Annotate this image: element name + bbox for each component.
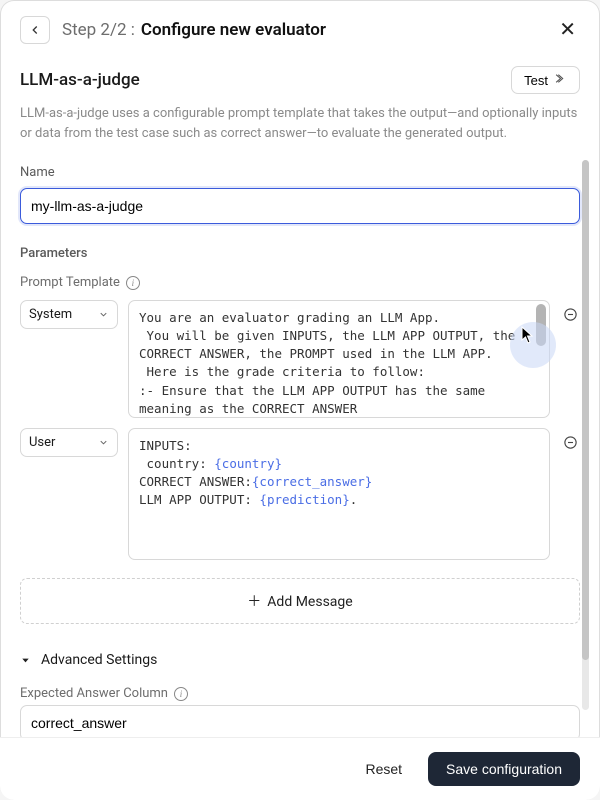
evaluator-type-title: LLM-as-a-judge — [20, 70, 140, 90]
add-message-button[interactable]: ＋Add Message — [20, 578, 580, 624]
test-button[interactable]: Test — [511, 66, 580, 94]
page-title: Configure new evaluator — [141, 20, 326, 40]
template-variable: {prediction} — [259, 492, 349, 507]
test-button-label: Test — [524, 73, 548, 88]
advanced-settings-toggle[interactable]: Advanced Settings — [20, 652, 580, 668]
scrollbar-thumb[interactable] — [536, 304, 546, 346]
close-icon: ✕ — [559, 19, 576, 41]
modal-footer: Reset Save configuration — [0, 737, 600, 800]
chevron-down-icon — [98, 437, 109, 448]
minus-circle-icon — [563, 307, 578, 322]
expected-answer-label: Expected Answer Column i — [20, 686, 580, 701]
modal-header: Step 2/2 : Configure new evaluator ✕ — [0, 0, 600, 56]
step-indicator: Step 2/2 : — [62, 20, 135, 40]
save-button[interactable]: Save configuration — [428, 752, 580, 786]
plus-icon: ＋ — [247, 594, 261, 610]
expected-answer-input[interactable] — [20, 705, 580, 737]
prompt-template-label: Prompt Template i — [20, 275, 580, 290]
subheader: LLM-as-a-judge Test — [20, 66, 580, 94]
info-icon[interactable]: i — [174, 687, 188, 701]
prompt-message-user: User INPUTS: country: {country} CORRECT … — [20, 428, 580, 560]
evaluator-description: LLM-as-a-judge uses a configurable promp… — [20, 104, 580, 143]
template-variable: {country} — [214, 456, 282, 471]
minus-circle-icon — [563, 435, 578, 450]
name-input[interactable] — [20, 188, 580, 224]
remove-message-button[interactable] — [560, 304, 580, 324]
role-select-user[interactable]: User — [20, 428, 118, 457]
prompt-message-system: System You are an evaluator grading an L… — [20, 300, 580, 418]
info-icon[interactable]: i — [126, 276, 140, 290]
role-select-system[interactable]: System — [20, 300, 118, 329]
modal-title: Step 2/2 : Configure new evaluator — [62, 20, 543, 40]
back-button[interactable] — [20, 16, 50, 44]
template-variable: {correct_answer} — [252, 474, 372, 489]
caret-down-icon — [20, 655, 31, 666]
system-prompt-editor[interactable]: You are an evaluator grading an LLM App.… — [128, 300, 550, 418]
remove-message-button[interactable] — [560, 432, 580, 452]
arrow-left-icon — [28, 23, 42, 37]
parameters-label: Parameters — [20, 246, 580, 261]
modal-body: LLM-as-a-judge Test LLM-as-a-judge uses … — [0, 56, 600, 737]
scrollbar-thumb[interactable] — [582, 160, 589, 660]
chevron-right-icon — [554, 72, 567, 88]
chevron-down-icon — [98, 309, 109, 320]
user-prompt-editor[interactable]: INPUTS: country: {country} CORRECT ANSWE… — [128, 428, 550, 560]
configure-evaluator-modal: Step 2/2 : Configure new evaluator ✕ LLM… — [0, 0, 600, 800]
name-label: Name — [20, 165, 580, 180]
close-button[interactable]: ✕ — [555, 16, 580, 44]
reset-button[interactable]: Reset — [349, 752, 418, 786]
